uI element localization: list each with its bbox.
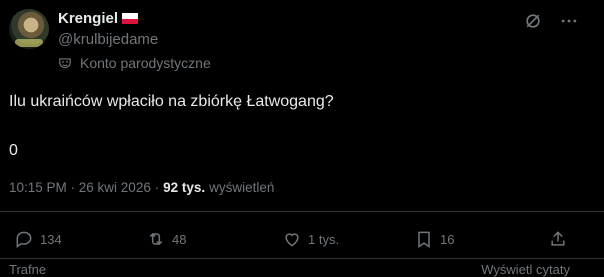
divider-top <box>0 211 604 212</box>
heart-icon <box>285 233 299 247</box>
top-actions <box>522 10 580 32</box>
divider-bottom <box>0 258 604 259</box>
mask-icon <box>59 58 71 69</box>
bookmark-icon <box>418 231 430 248</box>
bookmark-button[interactable]: 16 <box>414 229 454 249</box>
tweet-meta: 10:15 PM · 26 kwi 2026 · 92 tys. wyświet… <box>9 180 274 195</box>
like-count: 1 tys. <box>308 231 340 247</box>
parody-text: Konto parodystyczne <box>80 55 211 71</box>
repost-button[interactable]: 48 <box>146 229 186 249</box>
action-bar: 134 48 1 tys. 16 <box>0 226 604 252</box>
views-count: 92 tys. <box>163 180 206 195</box>
author-handle[interactable]: @krulbijedame <box>58 31 158 48</box>
repost-count: 48 <box>172 231 187 247</box>
parody-label: Konto parodystyczne <box>58 55 211 71</box>
author-row: Krengiel <box>58 10 139 27</box>
avatar[interactable] <box>9 9 49 49</box>
tweet-text: Ilu ukraińców wpłaciło na zbiórkę Łatwog… <box>9 93 334 110</box>
share-icon <box>551 231 565 246</box>
reply-count: 134 <box>40 231 62 247</box>
reply-button[interactable]: 134 <box>14 229 62 249</box>
author-name[interactable]: Krengiel <box>58 10 118 27</box>
repost-icon <box>149 232 163 246</box>
share-button[interactable] <box>548 229 568 249</box>
like-button[interactable]: 1 tys. <box>282 229 339 249</box>
tweet-timestamp[interactable]: 10:15 PM · 26 kwi 2026 · <box>9 180 159 195</box>
poland-flag-icon <box>122 13 139 24</box>
bookmark-count: 16 <box>440 231 455 247</box>
avatar-detail <box>15 39 43 47</box>
grok-icon[interactable] <box>522 10 544 32</box>
more-icon[interactable] <box>558 10 580 32</box>
views-label: wyświetleń <box>209 180 275 195</box>
tweet-text-line2: 0 <box>9 142 18 159</box>
reply-icon <box>16 231 32 248</box>
